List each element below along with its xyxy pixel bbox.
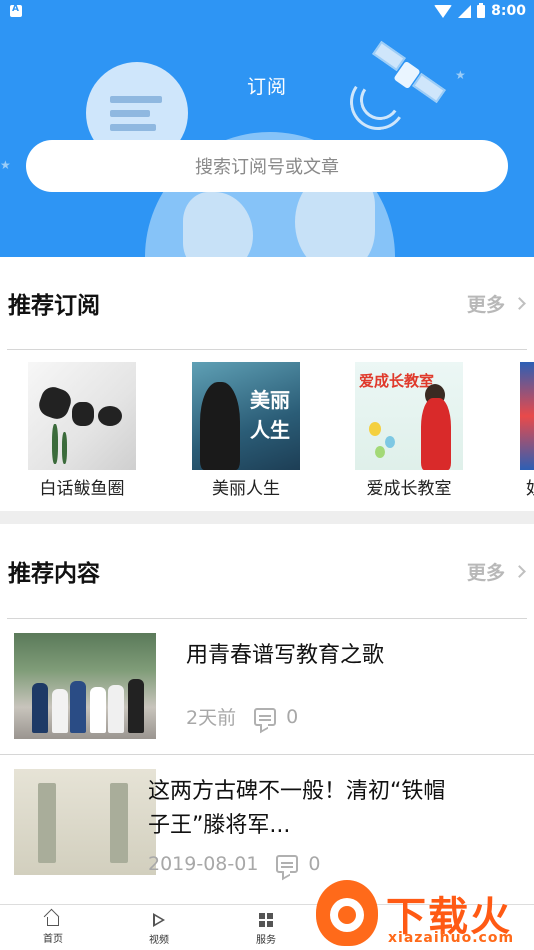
home-icon (47, 917, 59, 926)
star-icon: ★ (0, 158, 11, 172)
recommended-content-header: 推荐内容 更多 (0, 526, 534, 616)
nav-video[interactable]: 视频 (129, 913, 189, 946)
subscription-cover: 爱成长教室 (355, 362, 463, 470)
header-banner: ★ ★ 订阅 搜索订阅号或文章 (0, 24, 534, 257)
nav-label: 视频 (149, 935, 169, 946)
wifi-icon (434, 4, 453, 18)
recommended-subscriptions-header: 推荐订阅 更多 (0, 258, 534, 348)
watermark-logo: 下载火 xiazaihuo.com (316, 880, 534, 950)
flame-logo-icon (316, 880, 378, 946)
cover-text: 爱成长教室 (359, 372, 435, 390)
subscription-item[interactable]: 奴 (508, 362, 534, 499)
article-meta: 2天前 0 (186, 703, 298, 730)
article-thumbnail (14, 633, 156, 739)
status-bar: 8:00 (0, 0, 534, 24)
chevron-right-icon (513, 564, 526, 578)
search-input[interactable]: 搜索订阅号或文章 (26, 140, 508, 192)
signal-icon (458, 4, 472, 18)
subscription-label: 奴 (508, 474, 534, 499)
subscription-cover: 美丽 人生 (192, 362, 300, 470)
grid-icon (259, 913, 273, 927)
article-title: 用青春谱写教育之歌 (186, 643, 385, 668)
comment-icon (254, 707, 277, 726)
section-separator (0, 511, 534, 524)
page-title: 订阅 (246, 76, 287, 98)
cover-text: 美丽 (250, 388, 290, 412)
subscription-item[interactable]: 美丽 人生 美丽人生 (181, 362, 311, 499)
nav-label: 服务 (256, 935, 276, 946)
subscription-cover (28, 362, 136, 470)
subscription-carousel[interactable]: 白话鲅鱼圈 美丽 人生 美丽人生 爱成长教室 爱成长教室 奴 (0, 362, 534, 502)
comment-icon (276, 855, 299, 873)
article-title: 这两方古碑不一般！清初“铁帽 子王”滕将军... (148, 775, 445, 843)
more-label: 更多 (466, 293, 505, 316)
section-title: 推荐内容 (8, 561, 100, 587)
comment-count: 0 (286, 705, 299, 728)
subscription-label: 爱成长教室 (366, 479, 452, 499)
cover-text: 人生 (250, 418, 290, 442)
article-title-line: 子王”滕将军... (148, 813, 291, 838)
article-item[interactable]: 用青春谱写教育之歌 2天前 0 (0, 619, 534, 755)
divider (7, 349, 527, 350)
subscription-cover (520, 362, 534, 470)
status-time: 8:00 (491, 3, 526, 19)
nav-label: 首页 (43, 934, 63, 945)
search-placeholder: 搜索订阅号或文章 (195, 157, 339, 178)
more-label: 更多 (466, 561, 505, 584)
subscription-label: 白话鲅鱼圈 (39, 479, 125, 499)
watermark-url: xiazaihuo.com (388, 930, 515, 946)
nav-services[interactable]: 服务 (236, 913, 296, 946)
article-thumbnail (14, 769, 156, 875)
article-time: 2天前 (186, 707, 237, 729)
chevron-right-icon (513, 296, 526, 310)
more-content-link[interactable]: 更多 (466, 558, 526, 585)
subscription-item[interactable]: 白话鲅鱼圈 (17, 362, 147, 499)
subscription-label: 美丽人生 (212, 479, 280, 499)
notification-icon (10, 4, 22, 17)
article-item[interactable]: 这两方古碑不一般！清初“铁帽 子王”滕将军... 2019-08-01 0 (0, 755, 534, 891)
battery-icon (477, 2, 486, 18)
article-title-line: 这两方古碑不一般！清初“铁帽 (148, 779, 446, 804)
more-subscriptions-link[interactable]: 更多 (466, 290, 526, 317)
play-icon (153, 913, 165, 927)
nav-home[interactable]: 首页 (23, 913, 83, 945)
section-title: 推荐订阅 (8, 293, 100, 319)
comment-count: 0 (308, 853, 321, 875)
status-icons: 8:00 (434, 2, 526, 19)
article-meta: 2019-08-01 0 (148, 853, 321, 875)
subscription-item[interactable]: 爱成长教室 爱成长教室 (344, 362, 474, 499)
article-time: 2019-08-01 (148, 853, 259, 875)
